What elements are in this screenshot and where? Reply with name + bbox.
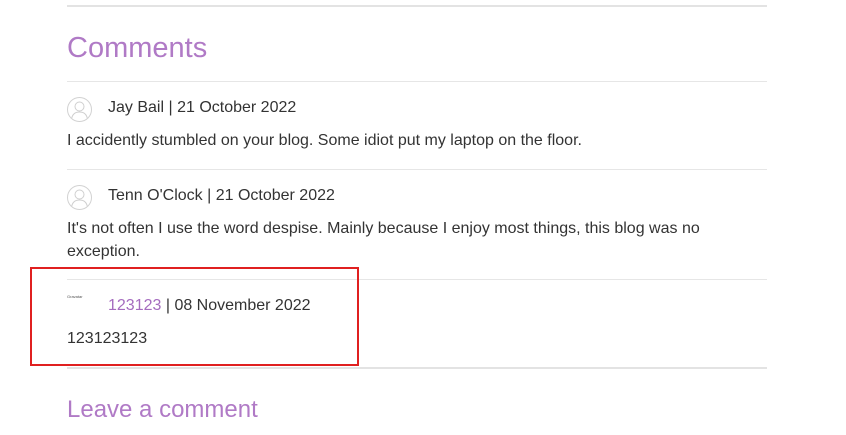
meta-separator: | (202, 187, 216, 204)
default-avatar-icon (67, 97, 92, 122)
comment-meta: Jay Bail | 21 October 2022 (108, 99, 296, 117)
user-silhouette-icon (71, 189, 88, 208)
comment-author: Jay Bail (108, 99, 165, 116)
comment-date: 21 October 2022 (177, 99, 297, 116)
comment-text: I accidently stumbled on your blog. Some… (67, 132, 582, 149)
user-silhouette-icon (71, 101, 88, 120)
highlight-annotation-box (30, 267, 359, 366)
comment-divider (67, 169, 767, 170)
comment-author: Tenn O'Clock (108, 187, 203, 204)
default-avatar-icon (67, 185, 92, 210)
comments-heading: Comments (67, 32, 208, 64)
comment-meta: Tenn O'Clock | 21 October 2022 (108, 187, 335, 205)
leave-comment-heading: Leave a comment (67, 396, 258, 423)
blog-page: Comments Jay Bail | 21 October 2022 I ac… (0, 0, 846, 435)
section-divider (67, 367, 767, 369)
comment-date: 21 October 2022 (215, 187, 335, 204)
comments-divider (67, 81, 767, 82)
meta-separator: | (164, 99, 178, 116)
comment-text: It's not often I use the word despise. M… (67, 220, 700, 260)
top-divider (67, 5, 767, 7)
